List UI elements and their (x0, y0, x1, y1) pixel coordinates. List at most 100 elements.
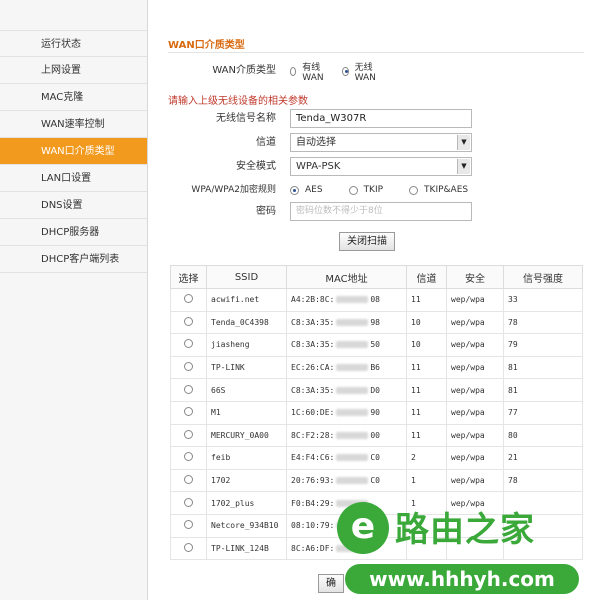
sidebar-item-wan-media-type[interactable]: WAN口介质类型 (0, 138, 147, 165)
row-ssid: TP-LINK_124B (206, 536, 287, 561)
sidebar-item-lan-setup[interactable]: LAN口设置 (0, 165, 147, 192)
row-select-radio (170, 491, 207, 515)
col-signal: 信号强度 (503, 265, 583, 289)
parameter-notice: 请输入上级无线设备的相关参数 (168, 96, 308, 107)
row-radio[interactable] (184, 407, 193, 417)
section-title: WAN口介质类型 (168, 40, 245, 51)
channel-select-value: 自动选择 (296, 137, 336, 148)
row-signal: 80 (503, 423, 583, 448)
row-radio[interactable] (184, 452, 193, 462)
cipher-option-aes[interactable]: AES (290, 185, 323, 195)
row-radio[interactable] (184, 475, 193, 485)
password-input[interactable]: 密码位数不得少于8位 (290, 202, 472, 221)
table-row[interactable]: 66S C8:3A:35: D0 11 wep/wpa 81 (170, 378, 583, 402)
radio-wired[interactable] (290, 66, 297, 76)
row-mac: C8:3A:35: 98 (286, 310, 407, 335)
table-row[interactable]: 1702 20:76:93: C0 1 wep/wpa 78 (170, 468, 583, 493)
security-select-value: WPA-PSK (296, 161, 341, 172)
chevron-down-icon[interactable]: ▼ (457, 135, 470, 150)
row-mac: 1C:60:DE: 90 (286, 400, 407, 425)
radio-wireless-label: 无线WAN (354, 62, 376, 83)
row-channel: 10 (406, 333, 447, 357)
row-mac: C8:3A:35: D0 (286, 378, 407, 402)
row-radio[interactable] (184, 339, 193, 349)
close-scan-button[interactable]: 关闭扫描 (339, 232, 395, 251)
row-radio[interactable] (184, 362, 193, 372)
wan-media-radio-group: 有线WAN 无线WAN (290, 60, 395, 83)
table-row[interactable]: 1702_plus F0:B4:29: 1 wep/wpa (170, 491, 583, 515)
mac-prefix: 8C:F2:28: (291, 430, 335, 440)
row-radio[interactable] (184, 497, 193, 507)
confirm-button[interactable]: 确 (318, 574, 344, 593)
radio-aes[interactable] (290, 185, 299, 195)
chevron-down-icon[interactable]: ▼ (457, 159, 470, 174)
row-ssid: MERCURY_0A00 (206, 423, 287, 448)
row-ssid: TP-LINK (206, 355, 287, 380)
mac-prefix: C8:3A:35: (291, 317, 335, 327)
row-radio[interactable] (184, 294, 193, 304)
mac-suffix: C0 (370, 476, 380, 486)
sidebar-item-dhcp-client-list[interactable]: DHCP客户端列表 (0, 246, 147, 273)
row-security: wep/wpa (446, 378, 504, 402)
mac-prefix: E4:F4:C6: (291, 453, 335, 463)
channel-select[interactable]: 自动选择 ▼ (290, 133, 472, 152)
security-select[interactable]: WPA-PSK ▼ (290, 157, 472, 176)
row-security (446, 513, 504, 538)
password-label: 密码 (256, 206, 276, 217)
sidebar-item-wan-rate-control[interactable]: WAN速率控制 (0, 111, 147, 138)
radio-wireless[interactable] (342, 66, 349, 76)
table-row[interactable]: M1 1C:60:DE: 90 11 wep/wpa 77 (170, 400, 583, 425)
row-radio[interactable] (184, 520, 193, 530)
row-radio[interactable] (184, 316, 193, 326)
mac-redacted (336, 318, 369, 326)
sidebar-item-status[interactable]: 运行状态 (0, 30, 147, 57)
row-select-radio (170, 333, 207, 357)
sidebar-item-internet-setup[interactable]: 上网设置 (0, 57, 147, 84)
row-mac: 8C:A6:DF: (286, 536, 407, 561)
security-label: 安全模式 (236, 161, 276, 172)
table-row[interactable]: TP-LINK_124B 8C:A6:DF: (170, 536, 583, 561)
row-channel: 10 (406, 310, 447, 335)
row-radio[interactable] (184, 542, 193, 552)
mac-redacted (336, 477, 369, 485)
row-signal: 81 (503, 378, 583, 402)
table-row[interactable]: TP-LINK EC:26:CA: B6 11 wep/wpa 81 (170, 355, 583, 380)
wan-media-option-wireless[interactable]: 无线WAN (342, 60, 378, 83)
sidebar-item-dhcp-server[interactable]: DHCP服务器 (0, 219, 147, 246)
radio-tkip-aes[interactable] (409, 185, 419, 195)
radio-tkip[interactable] (348, 185, 358, 195)
table-row[interactable]: acwifi.net A4:2B:8C: 08 11 wep/wpa 33 (170, 288, 583, 312)
wan-media-option-wired[interactable]: 有线WAN (290, 60, 326, 83)
mac-redacted (336, 409, 369, 417)
cipher-option-tkip[interactable]: TKIP (348, 185, 383, 195)
col-mac: MAC地址 (286, 265, 407, 289)
table-row[interactable]: jiasheng C8:3A:35: 50 10 wep/wpa 79 (170, 333, 583, 357)
table-row[interactable]: MERCURY_0A00 8C:F2:28: 00 11 wep/wpa 80 (170, 423, 583, 448)
row-radio[interactable] (184, 384, 193, 394)
row-select-radio (170, 400, 207, 425)
sidebar-item-mac-clone[interactable]: MAC克隆 (0, 84, 147, 111)
table-header-row: 选择 SSID MAC地址 信道 安全 信号强度 (170, 265, 583, 289)
ssid-input[interactable]: Tenda_W307R (290, 109, 472, 128)
mac-redacted (336, 522, 369, 530)
row-ssid: 1702 (206, 468, 287, 493)
mac-redacted (336, 499, 369, 507)
cipher-radio-group: AES TKIP TKIP&AES (290, 180, 484, 200)
row-signal: 21 (503, 446, 583, 470)
row-channel: 11 (406, 288, 447, 312)
col-ssid: SSID (206, 265, 287, 289)
row-mac: F0:B4:29: (286, 491, 407, 515)
row-signal (503, 491, 583, 515)
table-row[interactable]: Tenda_0C4398 C8:3A:35: 98 10 wep/wpa 78 (170, 310, 583, 335)
row-ssid: acwifi.net (206, 288, 287, 312)
mac-redacted (336, 544, 369, 552)
row-radio[interactable] (184, 429, 193, 439)
table-row[interactable]: feib E4:F4:C6: C0 2 wep/wpa 21 (170, 446, 583, 470)
cipher-option-tkip-aes[interactable]: TKIP&AES (409, 185, 468, 195)
row-signal: 78 (503, 468, 583, 493)
mac-prefix: C8:3A:35: (291, 340, 335, 350)
sidebar-item-dns-setup[interactable]: DNS设置 (0, 192, 147, 219)
mac-redacted (336, 296, 369, 304)
row-mac: E4:F4:C6: C0 (286, 446, 407, 470)
table-row[interactable]: Netcore_934B10 08:10:79: (170, 513, 583, 538)
